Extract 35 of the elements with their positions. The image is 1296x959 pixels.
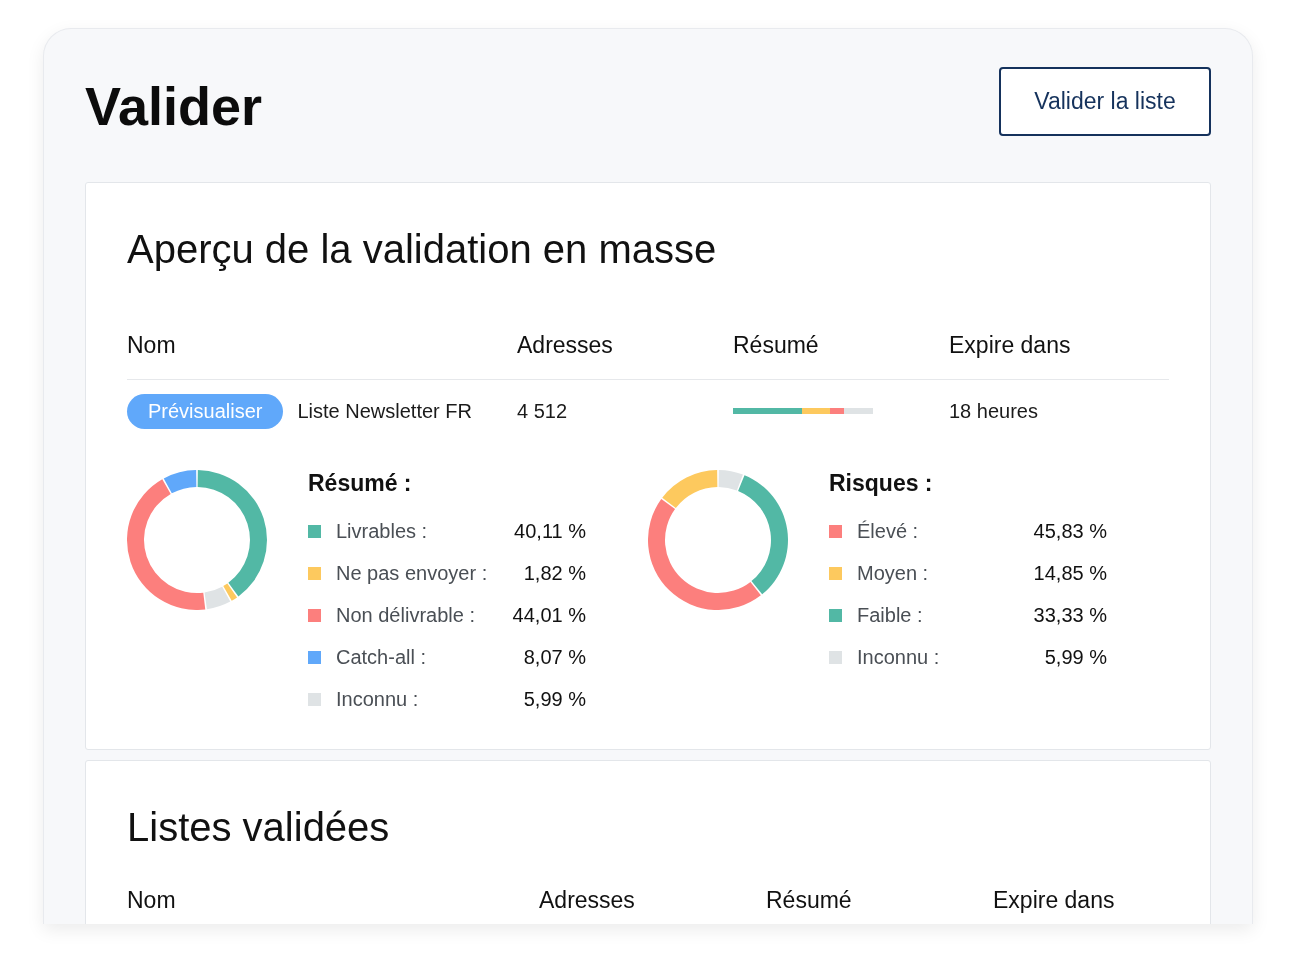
legend-value: 8,07 % [523,645,586,669]
legend-value: 1,82 % [523,561,586,585]
column-header: Adresses [517,331,614,359]
column-header: Expire dans [949,331,1072,359]
column-header: Résumé [766,887,853,914]
section-title: Aperçu de la validation en masse [127,226,718,273]
list-name: Liste Newsletter FR [297,399,472,423]
column-header: Nom [127,887,177,914]
column-header: Nom [127,331,177,359]
legend-label: Livrables : [336,519,429,543]
legend-label: Inconnu : [336,687,420,711]
addresses-count: 4 512 [517,399,569,423]
legend-value: 14,85 % [1033,561,1107,585]
legend-value: 45,83 % [1033,519,1107,543]
validate-list-button[interactable]: Valider la liste [999,67,1211,136]
column-header: Adresses [539,887,636,914]
column-header: Expire dans [993,887,1116,914]
legend-value: 40,11 % [514,519,586,543]
legend-value: 33,33 % [1033,603,1107,627]
legend-value: 5,99 % [1044,645,1107,669]
legend-label: Élevé : [857,519,920,543]
legend-title: Résumé : [308,470,413,498]
legend-value: 5,99 % [523,687,586,711]
legend-label: Inconnu : [857,645,941,669]
expires-text: 18 heures [949,399,1039,423]
legend-label: Faible : [857,603,924,627]
legend-label: Ne pas envoyer : [336,561,489,585]
legend-label: Catch-all : [336,645,428,669]
page-title: Valider [85,74,263,137]
legend-title: Risques : [829,470,934,498]
legend-value: 44,01 % [512,603,586,627]
column-header: Résumé [733,331,820,359]
section-title: Listes validées [127,804,391,851]
legend-label: Moyen : [857,561,930,585]
legend-label: Non délivrable : [336,603,476,627]
